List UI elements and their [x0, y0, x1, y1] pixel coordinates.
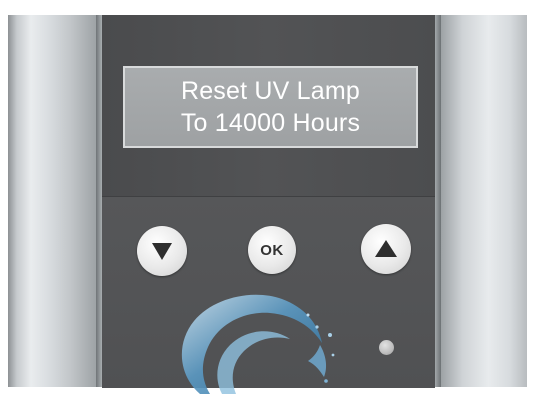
lcd-display: Reset UV Lamp To 14000 Hours: [123, 66, 418, 148]
up-button[interactable]: [361, 224, 411, 274]
ok-button[interactable]: OK: [248, 226, 296, 274]
left-metal-housing: [8, 15, 96, 387]
down-button[interactable]: [137, 226, 187, 276]
status-indicator-light: [379, 340, 394, 355]
device-control-panel-view: Reset UV Lamp To 14000 Hours OK: [0, 0, 534, 394]
triangle-down-icon: [152, 243, 172, 260]
ok-button-label: OK: [260, 241, 284, 259]
water-swirl-logo: [181, 294, 335, 394]
right-metal-housing: [441, 15, 527, 387]
lcd-line-2: To 14000 Hours: [180, 109, 361, 137]
triangle-up-icon: [375, 240, 397, 257]
lcd-line-1: Reset UV Lamp: [180, 77, 361, 105]
